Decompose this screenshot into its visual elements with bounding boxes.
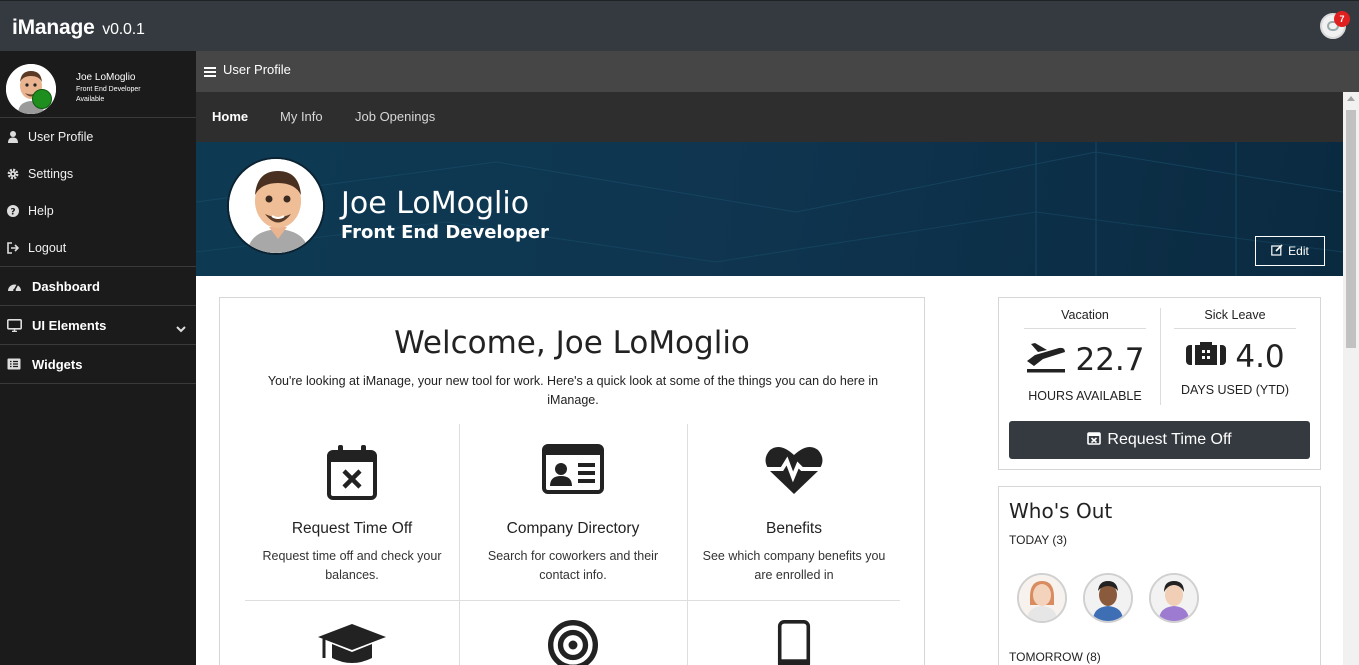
app-brand[interactable]: iManage v0.0.1: [12, 16, 145, 40]
user-icon: [6, 130, 20, 143]
avatar[interactable]: [1083, 573, 1133, 623]
graduation-cap-icon: [245, 620, 459, 665]
sidebar-item-label: Logout: [28, 240, 67, 255]
sidebar-item-user-profile[interactable]: User Profile: [0, 118, 196, 155]
sidebar-section-label: Dashboard: [32, 278, 100, 294]
leave-balance-card: Vacation 22.7 HOURS AVAILABLE Sick Leave…: [998, 297, 1321, 470]
app-title: iManage: [12, 16, 95, 39]
feature-title: Company Directory: [506, 520, 640, 537]
notifications-button[interactable]: 7: [1320, 11, 1350, 39]
feature-benefits[interactable]: Benefits See which company benefits you …: [687, 424, 901, 601]
notification-badge: 7: [1334, 11, 1350, 27]
medkit-icon: [1185, 339, 1227, 375]
bullseye-icon: [459, 620, 687, 665]
sidebar-profile: Joe LoMoglio Front End Developer Availab…: [0, 51, 196, 118]
scroll-up-arrow-icon[interactable]: [1347, 96, 1355, 101]
page-title: User Profile: [223, 62, 291, 77]
sidebar-section-widgets[interactable]: Widgets: [0, 345, 196, 384]
tab-home[interactable]: Home: [212, 109, 248, 124]
app-version: v0.0.1: [102, 21, 145, 38]
avatar[interactable]: [1017, 573, 1067, 623]
profile-tabs: Home My Info Job Openings: [196, 92, 1343, 142]
vacation-balance: Vacation 22.7 HOURS AVAILABLE: [1024, 308, 1146, 403]
monitor-icon: [6, 318, 22, 332]
profile-avatar: [227, 157, 325, 255]
calendar-times-icon: [1087, 430, 1102, 450]
feature-title: Request Time Off: [291, 520, 413, 537]
page-header: User Profile: [196, 51, 1359, 92]
sidebar-item-settings[interactable]: Settings: [0, 155, 196, 192]
mobile-icon: [687, 620, 901, 665]
plane-icon: [1025, 339, 1067, 381]
welcome-card: Welcome, Joe LoMoglio You're looking at …: [219, 297, 925, 665]
vacation-value: 22.7: [1075, 342, 1145, 378]
question-icon: ?: [6, 204, 20, 217]
svg-text:?: ?: [10, 207, 15, 217]
chevron-down-icon: [176, 321, 186, 336]
sidebar-user-status: Available: [76, 96, 105, 103]
profile-role: Front End Developer: [341, 222, 549, 243]
status-available-indicator: [32, 89, 52, 109]
sick-leave-label: Sick Leave: [1174, 308, 1296, 329]
sidebar-item-logout[interactable]: Logout: [0, 229, 196, 266]
sick-leave-balance: Sick Leave 4.0 DAYS USED (YTD): [1174, 308, 1296, 397]
whos-out-today: TODAY (3): [1009, 533, 1068, 547]
scrollbar-thumb[interactable]: [1346, 110, 1356, 348]
feature-title: Benefits: [765, 520, 822, 537]
whos-out-title: Who's Out: [1009, 499, 1113, 523]
welcome-description: You're looking at iManage, your new tool…: [267, 374, 879, 407]
sidebar-section-label: UI Elements: [32, 317, 107, 333]
sidebar-item-help[interactable]: ? Help: [0, 192, 196, 229]
calendar-times-icon: [245, 444, 459, 500]
sidebar-section-dashboard[interactable]: Dashboard: [0, 267, 196, 306]
whos-out-tomorrow: TOMORROW (8): [1009, 650, 1101, 664]
sidebar-item-label: Help: [28, 203, 54, 218]
tab-job-openings[interactable]: Job Openings: [355, 109, 435, 124]
list-alt-icon: [6, 358, 22, 370]
dashboard-icon: [6, 280, 22, 292]
edit-icon: [1271, 243, 1283, 259]
sidebar: Joe LoMoglio Front End Developer Availab…: [0, 51, 196, 665]
sick-leave-value: 4.0: [1235, 339, 1285, 375]
sick-leave-sub: DAYS USED (YTD): [1180, 383, 1290, 397]
tab-my-info[interactable]: My Info: [280, 109, 323, 124]
welcome-title: Welcome, Joe LoMoglio: [394, 325, 750, 361]
gear-icon: [6, 168, 20, 180]
feature-description: See which company benefits you are enrol…: [702, 549, 886, 582]
feature-description: Request time off and check your balances…: [262, 549, 442, 582]
top-navbar: iManage v0.0.1 7: [0, 0, 1359, 51]
request-time-off-label: Request Time Off: [1107, 431, 1232, 448]
sidebar-item-label: User Profile: [28, 129, 94, 144]
sidebar-item-label: Settings: [28, 166, 74, 181]
hamburger-menu-icon[interactable]: [204, 64, 216, 82]
profile-name: Joe LoMoglio: [341, 186, 530, 221]
sidebar-user-role: Front End Developer: [76, 86, 141, 93]
vacation-label: Vacation: [1024, 308, 1146, 329]
sidebar-section-ui-elements[interactable]: UI Elements: [0, 306, 196, 345]
feature-request-time-off[interactable]: Request Time Off Request time off and ch…: [245, 424, 459, 601]
sidebar-user-name: Joe LoMoglio: [76, 72, 136, 83]
heartbeat-icon: [687, 444, 901, 496]
profile-banner: Joe LoMoglio Front End Developer Edit: [196, 142, 1343, 276]
main-content: Home My Info Job Openings Joe LoMoglio F…: [196, 92, 1343, 665]
edit-label: Edit: [1288, 244, 1309, 258]
vacation-sub: HOURS AVAILABLE: [1028, 389, 1142, 403]
sidebar-section-label: Widgets: [32, 356, 83, 372]
request-time-off-button[interactable]: Request Time Off: [1009, 421, 1310, 459]
avatar[interactable]: [1149, 573, 1199, 623]
whos-out-card: Who's Out TODAY (3) TOMORROW (8): [998, 486, 1321, 665]
feature-description: Search for coworkers and their contact i…: [487, 549, 659, 582]
feature-company-directory[interactable]: Company Directory Search for coworkers a…: [459, 424, 687, 601]
sign-out-icon: [6, 241, 20, 254]
edit-profile-button[interactable]: Edit: [1255, 236, 1325, 266]
id-card-icon: [459, 444, 687, 494]
